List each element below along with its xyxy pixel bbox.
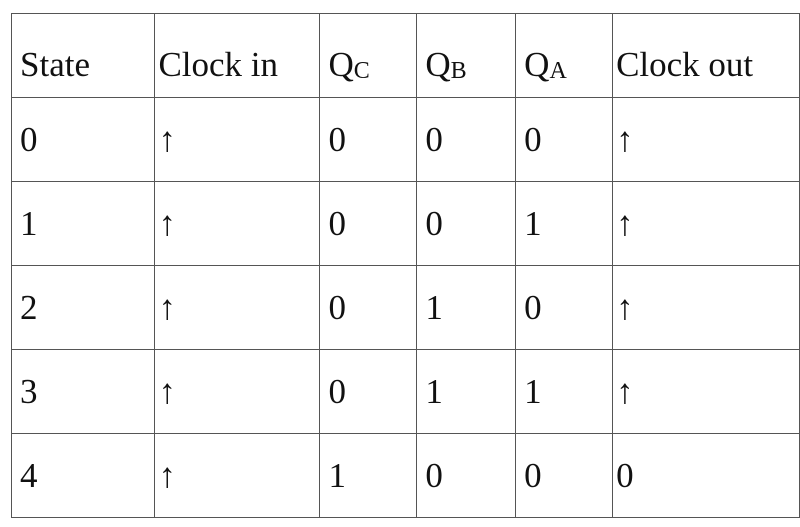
table-cell: 0 bbox=[319, 349, 418, 434]
header-text: Q bbox=[425, 44, 451, 84]
table-row: 3 ↑ 0 1 1 ↑ bbox=[10, 349, 800, 434]
table-cell: 1 bbox=[319, 433, 418, 518]
header-text: Clock out bbox=[616, 44, 754, 84]
state-table: State Clock in QC QB QA Clock out 0 ↑ 0 0 0 ↑ 1 ↑ 0 0 1… bbox=[10, 13, 800, 518]
column-header: State bbox=[10, 13, 156, 98]
table-cell: 0 bbox=[10, 97, 156, 182]
table-cell: ↑ bbox=[612, 349, 800, 434]
table-row: 0 ↑ 0 0 0 ↑ bbox=[10, 97, 800, 182]
table-cell: 2 bbox=[10, 265, 156, 350]
header-subscript: A bbox=[549, 57, 567, 84]
header-text: Q bbox=[328, 44, 354, 84]
table-cell: ↑ bbox=[154, 265, 321, 350]
table-cell: ↑ bbox=[154, 97, 321, 182]
table-cell: ↑ bbox=[154, 349, 321, 434]
table-cell: ↑ bbox=[612, 97, 800, 182]
table-cell: ↑ bbox=[154, 433, 321, 518]
table-cell: 0 bbox=[515, 433, 614, 518]
column-header: Clock out bbox=[612, 13, 800, 98]
table-cell: 1 bbox=[515, 349, 614, 434]
table-cell: 0 bbox=[416, 433, 517, 518]
table-cell: 1 bbox=[416, 265, 517, 350]
table-cell: 1 bbox=[416, 349, 517, 434]
table-cell: 0 bbox=[515, 97, 614, 182]
table-cell: 1 bbox=[515, 181, 614, 266]
table-cell: 0 bbox=[612, 433, 800, 518]
table-cell: 0 bbox=[416, 181, 517, 266]
table-cell: ↑ bbox=[154, 181, 321, 266]
column-header: QB bbox=[416, 13, 517, 98]
header-text: Q bbox=[524, 44, 550, 84]
table-cell: 3 bbox=[10, 349, 156, 434]
table-cell: 0 bbox=[416, 97, 517, 182]
table-row: 2 ↑ 0 1 0 ↑ bbox=[10, 265, 800, 350]
table-row: 1 ↑ 0 0 1 ↑ bbox=[10, 181, 800, 266]
table-cell: ↑ bbox=[612, 265, 800, 350]
table-cell: 0 bbox=[319, 181, 418, 266]
column-header: QA bbox=[515, 13, 614, 98]
header-subscript: B bbox=[450, 57, 467, 84]
header-text: State bbox=[20, 44, 90, 84]
header-text: Clock in bbox=[158, 44, 279, 84]
table-row: 4 ↑ 1 0 0 0 bbox=[10, 433, 800, 518]
table-cell: 0 bbox=[319, 265, 418, 350]
column-header: QC bbox=[319, 13, 418, 98]
table-cell: 4 bbox=[10, 433, 156, 518]
column-header: Clock in bbox=[154, 13, 321, 98]
header-subscript: C bbox=[353, 57, 370, 84]
table-cell: ↑ bbox=[612, 181, 800, 266]
table-cell: 1 bbox=[10, 181, 156, 266]
table-cell: 0 bbox=[515, 265, 614, 350]
table-cell: 0 bbox=[319, 97, 418, 182]
header-row: State Clock in QC QB QA Clock out bbox=[10, 13, 800, 98]
